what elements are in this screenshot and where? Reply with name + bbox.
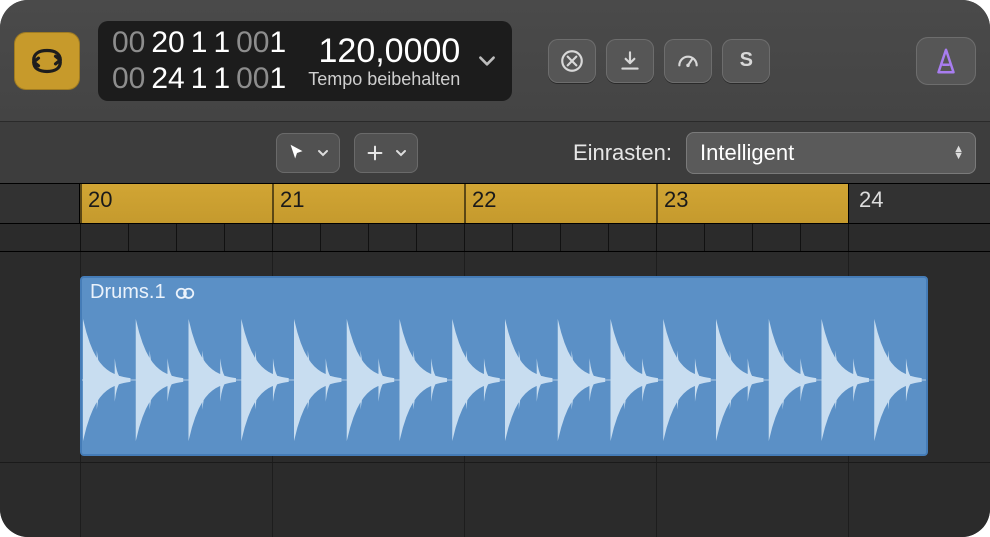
snap-label: Einrasten: [573,140,672,166]
low-latency-button[interactable] [664,39,712,83]
tracks-area[interactable]: Drums.1 [0,252,990,537]
control-bar: 0020 1 1 001 0024 1 1 001 120,0000 Tempo… [0,0,990,122]
pos-beat: 1 [191,26,208,60]
gauge-icon [675,48,701,74]
ruler-tick: 22 [464,184,496,223]
pos-tprefix: 00 [236,62,269,95]
pos-bar: 24 [151,62,184,96]
chevron-down-icon [394,146,408,160]
pos-prefix: 00 [112,62,145,96]
metronome-button[interactable] [916,37,976,85]
plus-icon [364,142,386,164]
lcd-menu-button[interactable] [470,50,504,72]
pos-beat: 1 [191,62,208,96]
solo-button[interactable]: S [722,39,770,83]
solo-label: S [740,49,753,72]
ruler-pre-cycle [0,184,80,223]
bar-ruler[interactable]: 20 21 22 23 24 [0,184,990,224]
region-name: Drums.1 [90,281,166,304]
pos-bar: 20 [151,26,184,60]
tempo-mode[interactable]: Tempo beibehalten [308,69,460,90]
chevron-down-icon [316,146,330,160]
beat-ruler[interactable] [0,224,990,252]
metronome-icon [931,46,961,76]
snap-select[interactable]: Intelligent ▲▼ [686,132,976,174]
lcd-display[interactable]: 0020 1 1 001 0024 1 1 001 120,0000 Tempo… [98,21,512,101]
ruler-tick: 21 [272,184,304,223]
pos-div: 1 [213,62,230,96]
ruler-tick: 23 [656,184,688,223]
pos-div: 1 [213,26,230,60]
pos-ticks: 1 [270,26,287,59]
position-end[interactable]: 0024 1 1 001 [112,62,286,96]
pointer-tool-select[interactable] [276,133,340,173]
transport-tool-group: S [548,39,770,83]
editor-toolbar: Einrasten: Intelligent ▲▼ [0,122,990,184]
ruler-tick: 20 [80,184,112,223]
add-tool-select[interactable] [354,133,418,173]
region-header: Drums.1 [82,278,926,306]
lcd-tempo[interactable]: 120,0000 Tempo beibehalten [290,32,466,90]
clear-button[interactable] [548,39,596,83]
pos-tprefix: 00 [236,26,269,59]
chevron-down-icon [476,50,498,72]
close-circle-icon [559,48,585,74]
ruler-post-cycle: 24 [848,184,990,223]
pos-ticks: 1 [270,62,287,95]
snap-value: Intelligent [700,140,794,166]
cycle-button[interactable] [14,32,80,90]
waveform [82,306,926,454]
cycle-icon [28,46,66,76]
download-icon [617,48,643,74]
pos-prefix: 00 [112,26,145,60]
ruler-marks: 20 21 22 23 [80,184,848,223]
stereo-loop-icon [174,284,196,300]
app-window: 0020 1 1 001 0024 1 1 001 120,0000 Tempo… [0,0,990,537]
replace-button[interactable] [606,39,654,83]
pointer-icon [286,142,308,164]
position-start[interactable]: 0020 1 1 001 [112,26,286,60]
tempo-value[interactable]: 120,0000 [319,32,461,71]
audio-region[interactable]: Drums.1 [80,276,928,456]
lcd-positions: 0020 1 1 001 0024 1 1 001 [112,26,286,96]
updown-icon: ▲▼ [953,146,964,160]
